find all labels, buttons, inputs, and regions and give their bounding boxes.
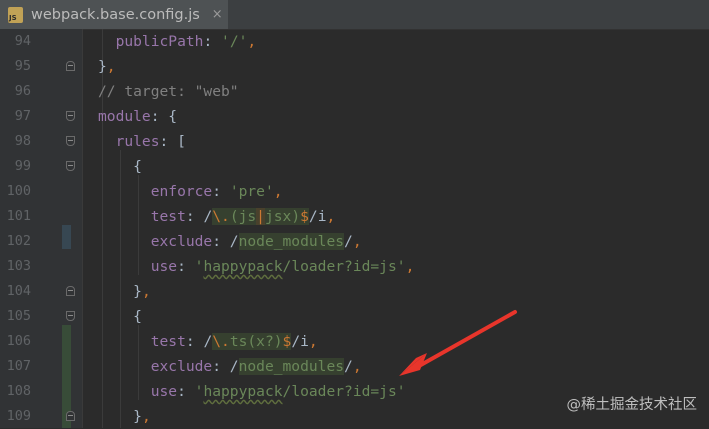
code-line-107: 107 exclude: /node_modules/, [0,354,709,379]
fold-icon[interactable] [66,411,75,421]
line-number: 95 [14,58,31,74]
line-number: 101 [6,208,31,224]
code-text[interactable]: }, [98,279,151,304]
code-line-96: 96 // target: "web" [0,79,709,104]
code-text[interactable]: use: 'happypack/loader?id=js' [98,379,406,404]
fold-icon[interactable] [66,111,75,121]
line-number: 99 [14,158,31,174]
code-line-94: 94 publicPath: '/', [0,29,709,54]
code-text[interactable]: exclude: /node_modules/, [98,229,362,254]
code-line-98: 98 rules: [ [0,129,709,154]
code-line-99: 99 { [0,154,709,179]
code-text[interactable]: publicPath: '/', [98,29,257,54]
code-text[interactable]: exclude: /node_modules/, [98,354,362,379]
tab-webpack-base-config[interactable]: JS webpack.base.config.js × [0,0,228,29]
code-line-101: 101 test: /\.(js|jsx)$/i, [0,204,709,229]
code-text[interactable]: test: /\.(js|jsx)$/i, [98,204,335,229]
line-number: 97 [14,108,31,124]
line-number: 102 [6,233,31,249]
code-text[interactable]: module: { [98,104,177,129]
code-text[interactable]: rules: [ [98,129,186,154]
code-text[interactable]: test: /\.ts(x?)$/i, [98,329,318,354]
tab-title: webpack.base.config.js [31,6,200,23]
code-line-105: 105 { [0,304,709,329]
editor-tab-bar: JS webpack.base.config.js × [0,0,709,30]
code-text[interactable]: // target: "web" [98,79,239,104]
fold-icon[interactable] [66,311,75,321]
watermark: @稀土掘金技术社区 [566,397,698,413]
code-text[interactable]: }, [98,404,151,429]
code-line-104: 104 }, [0,279,709,304]
line-number: 103 [6,258,31,274]
fold-icon[interactable] [66,286,75,296]
code-line-106: 106 test: /\.ts(x?)$/i, [0,329,709,354]
line-number: 98 [14,133,31,149]
red-arrow-annotation [399,310,517,376]
code-line-100: 100 enforce: 'pre', [0,179,709,204]
code-text[interactable]: use: 'happypack/loader?id=js', [98,254,415,279]
fold-icon[interactable] [66,136,75,146]
fold-icon[interactable] [66,61,75,71]
line-number: 94 [14,33,31,49]
fold-icon[interactable] [66,161,75,171]
line-number: 107 [6,358,31,374]
code-line-97: 97 module: { [0,104,709,129]
code-line-102: 102 exclude: /node_modules/, [0,229,709,254]
line-number: 104 [6,283,31,299]
code-text[interactable]: }, [98,54,116,79]
line-number: 106 [6,333,31,349]
code-text[interactable]: { [98,154,142,179]
code-line-103: 103 use: 'happypack/loader?id=js', [0,254,709,279]
line-number: 105 [6,308,31,324]
close-icon[interactable]: × [212,7,223,22]
code-line-95: 95 }, [0,54,709,79]
code-text[interactable]: enforce: 'pre', [98,179,283,204]
line-number: 100 [6,183,31,199]
line-number: 109 [6,408,31,424]
line-number: 108 [6,383,31,399]
js-file-icon: JS [8,6,23,23]
code-text[interactable]: { [98,304,142,329]
line-number: 96 [14,83,31,99]
